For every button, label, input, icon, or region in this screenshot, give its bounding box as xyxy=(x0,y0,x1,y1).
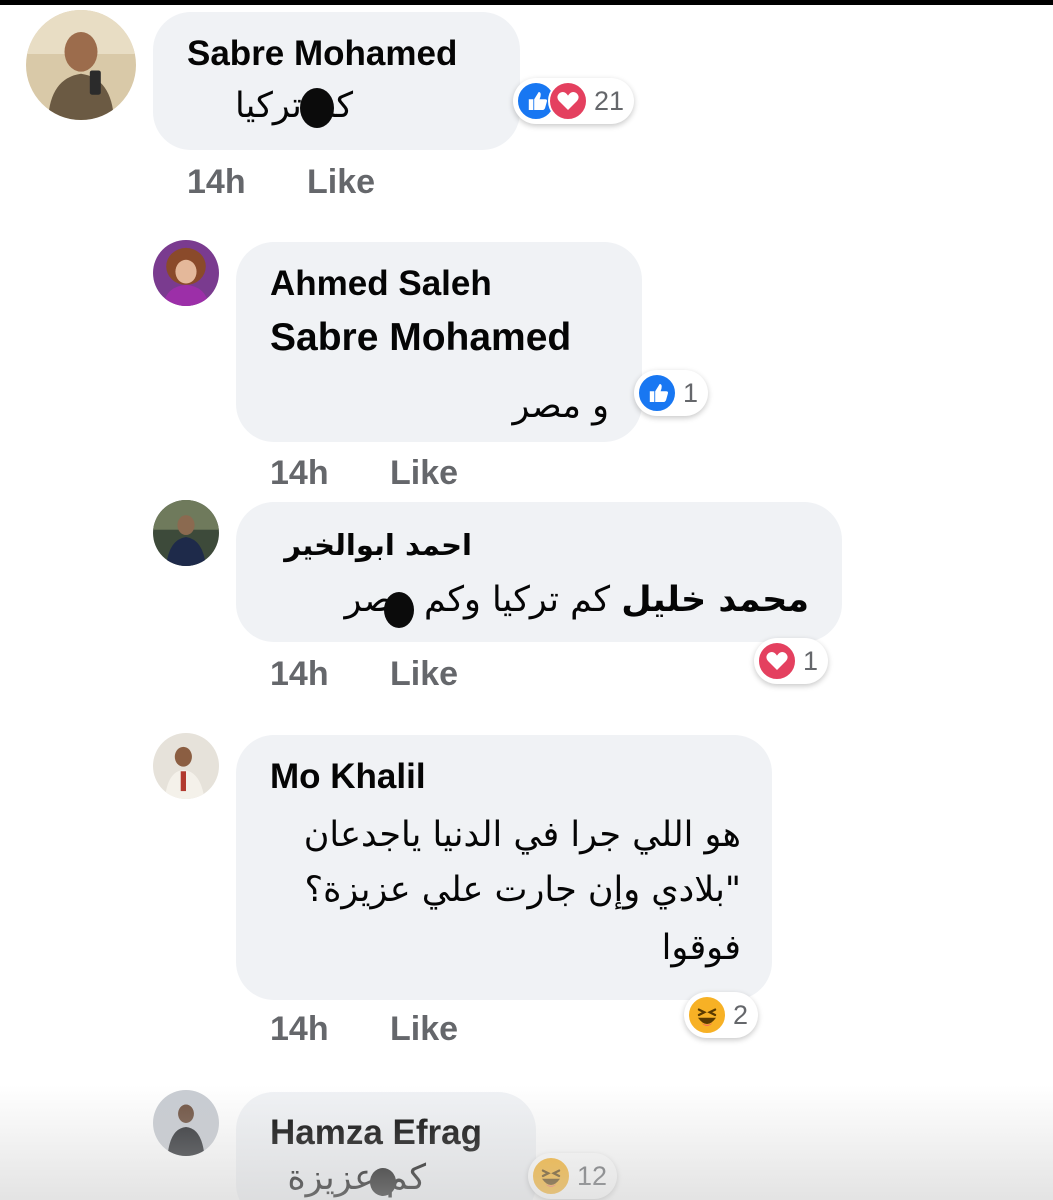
mention-tag[interactable]: Sabre Mohamed xyxy=(270,316,571,360)
comment-author[interactable]: Ahmed Saleh xyxy=(270,264,492,304)
avatar-mo-khalil[interactable] xyxy=(153,733,219,799)
comment-text: كم تركيا xyxy=(234,86,353,126)
avatar-sabre-mohamed[interactable] xyxy=(26,10,136,120)
avatar-ahmed-saleh[interactable] xyxy=(153,240,219,306)
comment-text: و مصر xyxy=(512,386,609,426)
redaction-mark xyxy=(384,592,414,628)
comment-text-line: "بلادي وإن جارت علي عزيزة؟ xyxy=(304,870,742,910)
reaction-summary[interactable]: 1 xyxy=(754,638,829,684)
comment-bubble xyxy=(153,12,520,150)
top-edge xyxy=(0,0,1053,5)
redaction-mark xyxy=(300,88,334,128)
like-button[interactable]: Like xyxy=(307,163,375,202)
comment-time[interactable]: 14h xyxy=(270,1010,329,1049)
reaction-summary[interactable]: 21 xyxy=(513,78,635,124)
comment-text-line: فوقوا xyxy=(661,928,741,968)
reaction-summary[interactable]: 1 xyxy=(634,370,709,416)
reaction-count: 1 xyxy=(683,377,699,408)
avatar-ahmed-abolkheir[interactable] xyxy=(153,500,219,566)
reaction-count: 1 xyxy=(803,645,819,676)
love-icon xyxy=(757,641,797,681)
reaction-summary[interactable]: 2 xyxy=(684,992,759,1038)
comments-screenshot: Sabre Mohamed كم تركيا 21 14h Like Ahmed… xyxy=(0,0,1053,1200)
comment-text: كم عزيزة xyxy=(287,1158,426,1198)
like-icon xyxy=(637,373,677,413)
redaction-mark xyxy=(370,1168,396,1196)
comment-author[interactable]: Mo Khalil xyxy=(270,757,426,797)
reaction-count: 2 xyxy=(733,999,749,1030)
comment-author[interactable]: احمد ابوالخير xyxy=(284,528,472,562)
mention-tag[interactable]: محمد خليل xyxy=(621,580,809,620)
comment-author[interactable]: Sabre Mohamed xyxy=(187,34,457,74)
like-button[interactable]: Like xyxy=(390,1010,458,1049)
comment-author[interactable]: Hamza Efrag xyxy=(270,1113,482,1153)
comment-text-line: هو اللي جرا في الدنيا ياجدعان xyxy=(303,815,741,855)
comment-bubble xyxy=(236,502,842,642)
like-button[interactable]: Like xyxy=(390,454,458,493)
love-icon xyxy=(548,81,588,121)
haha-icon xyxy=(687,995,727,1035)
reaction-summary[interactable]: 12 xyxy=(528,1153,618,1199)
comment-text: محمد خليل كم تركيا وكم مصر xyxy=(345,580,810,620)
comment-time[interactable]: 14h xyxy=(270,454,329,493)
like-button[interactable]: Like xyxy=(390,655,458,694)
reaction-count: 21 xyxy=(594,85,625,116)
comment-time[interactable]: 14h xyxy=(270,655,329,694)
reaction-count: 12 xyxy=(577,1160,608,1191)
haha-icon xyxy=(531,1156,571,1196)
comment-time[interactable]: 14h xyxy=(187,163,246,202)
avatar-hamza-efrag[interactable] xyxy=(153,1090,219,1156)
